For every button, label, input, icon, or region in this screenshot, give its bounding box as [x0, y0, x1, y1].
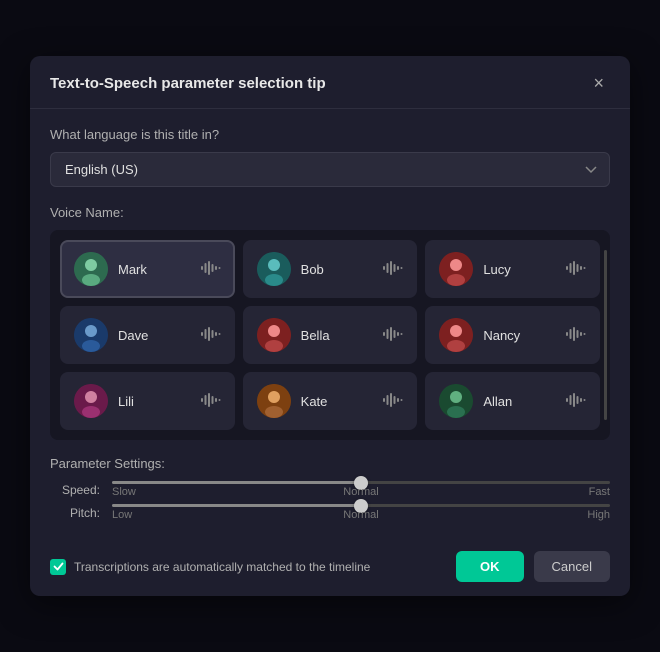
avatar-mark: [74, 252, 108, 286]
waveform-icon-mark: [201, 261, 221, 278]
voice-name-lucy: Lucy: [483, 262, 556, 277]
checkbox-row: Transcriptions are automatically matched…: [50, 559, 446, 575]
avatar-lucy: [439, 252, 473, 286]
dialog-footer: Transcriptions are automatically matched…: [30, 541, 630, 596]
avatar-dave: [74, 318, 108, 352]
voice-name-lili: Lili: [118, 394, 191, 409]
language-question: What language is this title in?: [50, 127, 610, 142]
waveform-icon-lucy: [566, 261, 586, 278]
pitch-slider-wrap: Low Normal High: [112, 504, 610, 521]
avatar-lili: [74, 384, 108, 418]
waveform-icon-nancy: [566, 327, 586, 344]
pitch-row: Pitch: Low Normal High: [50, 504, 610, 521]
pitch-slider-labels: Low Normal High: [112, 507, 610, 521]
voice-name-nancy: Nancy: [483, 328, 556, 343]
pitch-label: Pitch:: [50, 506, 100, 520]
voice-card-kate[interactable]: Kate: [243, 372, 418, 430]
voice-card-bob[interactable]: Bob: [243, 240, 418, 298]
voice-name-bob: Bob: [301, 262, 374, 277]
speed-low-label: Slow: [112, 486, 136, 498]
avatar-bella: [257, 318, 291, 352]
speed-label: Speed:: [50, 483, 100, 497]
voice-name-section: Voice Name: Mark: [50, 205, 610, 440]
voice-card-nancy[interactable]: Nancy: [425, 306, 600, 364]
voice-name-allan: Allan: [483, 394, 556, 409]
pitch-high-label: High: [587, 509, 610, 521]
voice-name-bella: Bella: [301, 328, 374, 343]
checkbox-label: Transcriptions are automatically matched…: [74, 560, 370, 574]
voice-card-mark[interactable]: Mark: [60, 240, 235, 298]
voice-card-allan[interactable]: Allan: [425, 372, 600, 430]
close-button[interactable]: ×: [587, 72, 610, 94]
language-section: What language is this title in? English …: [50, 127, 610, 187]
dialog-header: Text-to-Speech parameter selection tip ×: [30, 56, 630, 109]
speed-slider-wrap: Slow Normal Fast: [112, 481, 610, 498]
waveform-icon-allan: [566, 393, 586, 410]
waveform-icon-lili: [201, 393, 221, 410]
waveform-icon-dave: [201, 327, 221, 344]
pitch-mid-label: Normal: [343, 509, 378, 521]
pitch-low-label: Low: [112, 509, 132, 521]
speed-mid-label: Normal: [343, 486, 378, 498]
check-icon: [53, 561, 64, 572]
voice-card-dave[interactable]: Dave: [60, 306, 235, 364]
dialog-title: Text-to-Speech parameter selection tip: [50, 75, 326, 92]
voice-grid-wrap: Mark: [50, 230, 610, 440]
parameter-settings-section: Parameter Settings: Speed: Slow Normal F…: [50, 456, 610, 521]
ok-button[interactable]: OK: [456, 551, 524, 582]
overlay: Text-to-Speech parameter selection tip ×…: [0, 0, 660, 652]
avatar-bob: [257, 252, 291, 286]
voice-card-lucy[interactable]: Lucy: [425, 240, 600, 298]
transcription-checkbox[interactable]: [50, 559, 66, 575]
dialog: Text-to-Speech parameter selection tip ×…: [30, 56, 630, 596]
language-select[interactable]: English (US) English (UK) Spanish French…: [50, 152, 610, 187]
avatar-nancy: [439, 318, 473, 352]
speed-row: Speed: Slow Normal Fast: [50, 481, 610, 498]
waveform-icon-bob: [383, 261, 403, 278]
voice-name-mark: Mark: [118, 262, 191, 277]
cancel-button[interactable]: Cancel: [534, 551, 610, 582]
voice-name-kate: Kate: [301, 394, 374, 409]
scrollbar[interactable]: [604, 250, 607, 420]
voice-card-lili[interactable]: Lili: [60, 372, 235, 430]
voice-card-bella[interactable]: Bella: [243, 306, 418, 364]
waveform-icon-bella: [383, 327, 403, 344]
dialog-body: What language is this title in? English …: [30, 109, 630, 541]
waveform-icon-kate: [383, 393, 403, 410]
avatar-allan: [439, 384, 473, 418]
voice-grid: Mark: [60, 240, 600, 430]
speed-high-label: Fast: [589, 486, 610, 498]
voice-name-dave: Dave: [118, 328, 191, 343]
avatar-kate: [257, 384, 291, 418]
voice-name-label: Voice Name:: [50, 205, 610, 220]
parameter-settings-label: Parameter Settings:: [50, 456, 610, 471]
speed-slider-labels: Slow Normal Fast: [112, 484, 610, 498]
